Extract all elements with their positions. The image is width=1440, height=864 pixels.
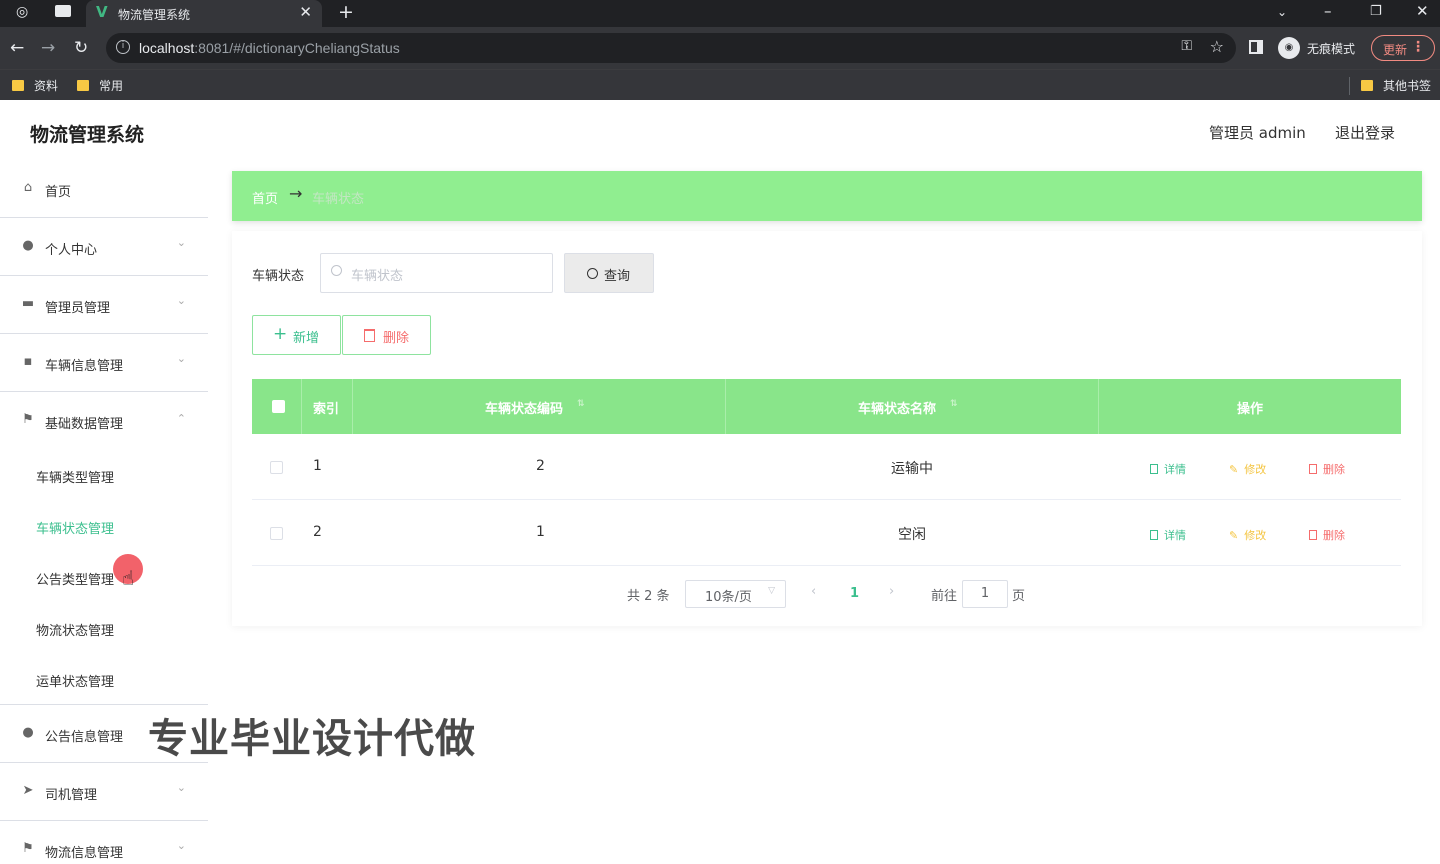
row-checkbox[interactable]	[270, 461, 283, 474]
row-delete-button[interactable]: 删除	[1309, 527, 1345, 543]
query-button[interactable]: 查询	[564, 253, 654, 293]
current-page[interactable]: 1	[850, 586, 859, 601]
goto-label: 前往	[931, 589, 958, 604]
table-header: 索引 车辆状态编码 ⇅ 车辆状态名称 ⇅ 操作	[252, 379, 1401, 434]
browser-tab[interactable]: V 物流管理系统 ✕	[86, 0, 322, 27]
more-menu-icon[interactable]: ⋮	[1411, 39, 1425, 55]
minimize-icon[interactable]: –	[1324, 2, 1332, 20]
content-layer: 车辆状态 车辆状态 查询 + 新增 删除 索引 车辆状态编码 ⇅ 车辆状态名称	[0, 100, 1440, 864]
select-all-checkbox[interactable]	[272, 400, 285, 413]
bookmark-folder-1[interactable]: 资料	[12, 77, 58, 94]
other-bookmarks[interactable]: 其他书签	[1361, 77, 1431, 94]
close-tab-icon[interactable]: ✕	[299, 3, 312, 21]
back-icon[interactable]: ←	[10, 38, 24, 58]
chevron-down-icon: ▽	[768, 586, 775, 596]
header-label: 索引	[313, 402, 340, 417]
page-size-label: 10条/页	[705, 590, 752, 605]
address-bar[interactable]: i localhost:8081/#/dictionaryCheliangSta…	[106, 33, 1236, 63]
table-row: 1 2 运输中 详情 ✎ 修改 删除	[252, 434, 1401, 500]
plus-icon: +	[273, 324, 288, 344]
search-icon	[587, 268, 598, 279]
folder-icon	[1361, 80, 1373, 91]
document-icon	[1150, 464, 1158, 474]
search-label: 车辆状态	[252, 269, 305, 284]
header-label: 车辆状态名称	[858, 402, 937, 417]
page-size-select[interactable]: 10条/页 ▽	[685, 580, 786, 608]
row-delete-button[interactable]: 删除	[1309, 461, 1345, 477]
pagination-total: 共 2 条	[627, 589, 670, 604]
table-row: 2 1 空闲 详情 ✎ 修改 删除	[252, 500, 1401, 566]
header-code[interactable]: 车辆状态编码 ⇅	[353, 379, 726, 434]
cell-name: 空闲	[898, 527, 926, 543]
next-page-icon[interactable]: ›	[889, 584, 894, 599]
watermark-text: 专业毕业设计代做	[148, 716, 476, 762]
add-label: 新增	[293, 331, 320, 346]
trash-icon	[364, 329, 375, 342]
header-name[interactable]: 车辆状态名称 ⇅	[726, 379, 1099, 434]
sort-icon[interactable]: ⇅	[950, 399, 958, 409]
address-toolbar: ← → ↻ i localhost:8081/#/dictionaryCheli…	[0, 27, 1440, 69]
document-icon	[1150, 530, 1158, 540]
side-panel-icon[interactable]	[1249, 40, 1263, 54]
row-checkbox[interactable]	[270, 527, 283, 540]
search-placeholder: 车辆状态	[351, 269, 404, 284]
update-label: 更新	[1383, 43, 1408, 57]
browser-logo-icon: ◎	[16, 4, 29, 20]
restore-icon[interactable]: ❐	[1370, 4, 1382, 19]
header-label: 操作	[1237, 402, 1264, 417]
query-label: 查询	[604, 269, 631, 284]
search-icon	[331, 265, 342, 276]
trash-icon	[1309, 530, 1317, 540]
search-input[interactable]: 车辆状态	[320, 253, 553, 293]
trash-icon	[1309, 464, 1317, 474]
pencil-icon: ✎	[1229, 463, 1239, 476]
tab-title: 物流管理系统	[118, 8, 191, 22]
goto-page-input[interactable]: 1	[962, 580, 1008, 608]
pencil-icon: ✎	[1229, 529, 1239, 542]
delete-label: 删除	[383, 331, 410, 346]
incognito-icon: ◉	[1278, 37, 1300, 59]
detail-button[interactable]: 详情	[1150, 527, 1186, 543]
update-button[interactable]: 更新 ⋮	[1371, 35, 1435, 61]
detail-button[interactable]: 详情	[1150, 461, 1186, 477]
bookmark-separator	[1349, 77, 1350, 95]
page-suffix: 页	[1012, 589, 1026, 604]
tab-search-icon[interactable]	[55, 5, 71, 17]
header-label: 车辆状态编码	[485, 402, 564, 417]
cell-code: 2	[536, 458, 545, 474]
vue-logo-icon: V	[96, 3, 108, 21]
new-tab-icon[interactable]: +	[338, 1, 354, 23]
cell-name: 运输中	[891, 461, 933, 477]
cell-code: 1	[536, 524, 545, 540]
prev-page-icon[interactable]: ‹	[811, 584, 816, 599]
window-close-icon[interactable]: ✕	[1416, 2, 1429, 20]
cell-index: 1	[313, 458, 322, 474]
cell-index: 2	[313, 524, 322, 540]
folder-icon	[77, 80, 89, 91]
sort-icon[interactable]: ⇅	[577, 399, 585, 409]
header-select-all[interactable]	[252, 379, 302, 434]
site-info-icon[interactable]: i	[116, 40, 130, 54]
url-text: localhost:8081/#/dictionaryCheliangStatu…	[139, 40, 400, 56]
header-actions: 操作	[1099, 379, 1401, 434]
edit-button[interactable]: ✎ 修改	[1229, 527, 1266, 543]
password-key-icon[interactable]: ⚿	[1181, 38, 1192, 54]
delete-button[interactable]: 删除	[342, 315, 431, 355]
bookmark-folder-2[interactable]: 常用	[77, 77, 123, 94]
hand-cursor-icon: ☝	[122, 566, 135, 590]
tab-list-icon[interactable]: ⌄	[1277, 5, 1287, 19]
edit-button[interactable]: ✎ 修改	[1229, 461, 1266, 477]
folder-icon	[12, 80, 24, 91]
bookmark-star-icon[interactable]: ☆	[1210, 37, 1224, 56]
header-index: 索引	[302, 379, 353, 434]
incognito-label: 无痕模式	[1307, 42, 1356, 56]
data-table: 索引 车辆状态编码 ⇅ 车辆状态名称 ⇅ 操作 1 2 运输中 详情 ✎ 修改 删…	[252, 379, 1401, 566]
add-button[interactable]: + 新增	[252, 315, 341, 355]
bookmarks-bar: 资料 常用 其他书签	[0, 69, 1440, 100]
forward-icon[interactable]: →	[41, 38, 55, 58]
browser-tab-strip: ◎ V 物流管理系统 ✕ + ⌄ – ❐ ✕	[0, 0, 1440, 27]
reload-icon[interactable]: ↻	[74, 38, 88, 58]
